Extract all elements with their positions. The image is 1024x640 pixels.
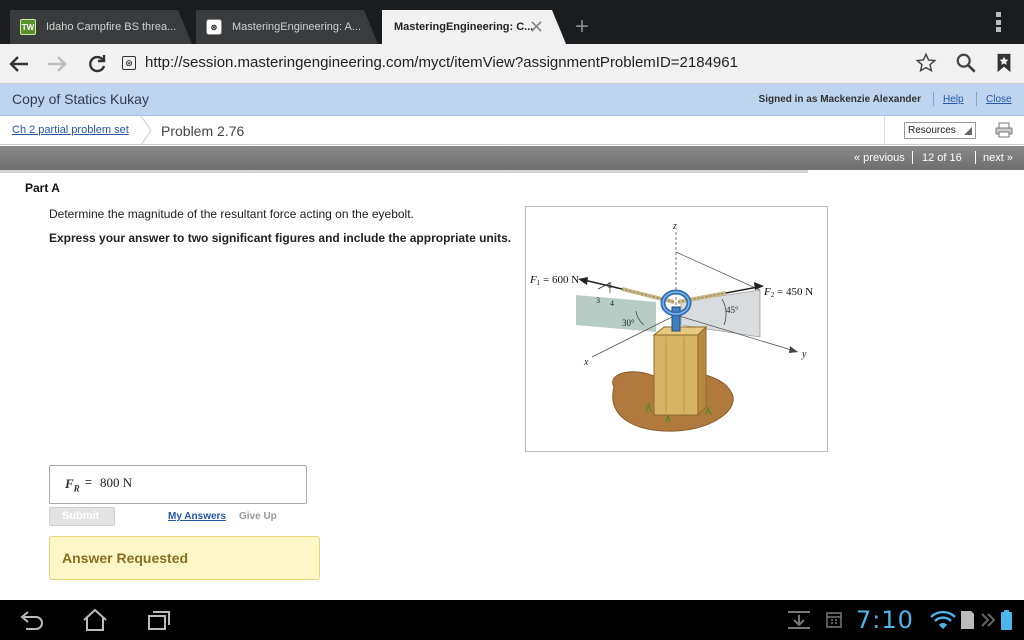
give-up-link[interactable]: Give Up <box>239 511 277 522</box>
tab-title: MasteringEngineering: A... <box>232 21 362 33</box>
pager-divider <box>975 151 976 164</box>
f2-guide-line <box>675 251 761 291</box>
forward-arrow-icon[interactable] <box>44 52 70 76</box>
pager-underline <box>0 170 808 173</box>
pagination-bar: « previous 12 of 16 next » <box>0 146 1024 170</box>
header-divider <box>933 92 934 106</box>
reload-icon[interactable] <box>84 52 110 76</box>
angle-30-label: 30° <box>622 318 635 328</box>
system-bar: 7:10 <box>0 600 1024 640</box>
close-link[interactable]: Close <box>986 94 1012 105</box>
dropdown-arrow-icon <box>964 127 972 135</box>
answer-variable: FR <box>65 476 80 494</box>
search-icon[interactable] <box>954 52 978 76</box>
submit-button[interactable]: Submit <box>49 507 115 526</box>
bookmark-star-icon[interactable] <box>914 52 938 76</box>
url-input[interactable]: http://session.masteringengineering.com/… <box>145 54 738 71</box>
download-icon[interactable] <box>784 608 814 632</box>
status-text: Answer Requested <box>62 550 189 566</box>
mastering-favicon-icon: ⊛ <box>206 19 222 35</box>
recent-apps-icon[interactable] <box>144 608 174 632</box>
browser-tab-strip: TW Idaho Campfire BS threa... ⊛ Masterin… <box>0 0 1024 44</box>
tab-mastering-a[interactable]: ⊛ MasteringEngineering: A... <box>196 10 378 44</box>
battery-icon <box>1001 610 1012 630</box>
slope-5-label: 5 <box>608 281 612 290</box>
home-icon[interactable] <box>80 608 110 632</box>
overflow-menu-icon[interactable] <box>996 12 1002 32</box>
wooden-post <box>653 334 699 416</box>
site-info-icon[interactable]: ⊛ <box>122 56 136 70</box>
my-answers-link[interactable]: My Answers <box>168 511 226 522</box>
calendar-icon[interactable] <box>820 608 850 632</box>
tab-title: MasteringEngineering: C... <box>394 21 534 33</box>
f2-label: F2 = 450 N <box>763 286 813 299</box>
page-position: 12 of 16 <box>922 152 962 164</box>
force-f1-arrow <box>583 279 623 290</box>
breadcrumb-chevron-icon <box>140 116 152 145</box>
tw-favicon-icon: TW <box>20 19 36 35</box>
part-title: Part A <box>25 181 60 195</box>
address-bar: ⊛ http://session.masteringengineering.co… <box>0 44 1024 84</box>
instruction-text: Express your answer to two significant f… <box>49 231 512 245</box>
resources-area: Resources <box>884 116 1024 145</box>
resources-dropdown[interactable]: Resources <box>904 122 976 139</box>
previous-link[interactable]: « previous <box>854 152 905 164</box>
problem-figure: F1 = 600 N F2 = 450 N z x y 3 4 5 30° 45… <box>525 206 828 452</box>
tab-mastering-c[interactable]: MasteringEngineering: C... ✕ <box>382 10 566 44</box>
back-arrow-icon[interactable] <box>6 52 32 76</box>
f1-plane <box>576 295 656 332</box>
breadcrumb-parent-link[interactable]: Ch 2 partial problem set <box>12 124 129 136</box>
answer-value-field[interactable]: 800 N <box>100 475 132 491</box>
y-axis-label: y <box>801 349 807 360</box>
bookmarks-icon[interactable] <box>992 52 1016 76</box>
status-banner: Answer Requested <box>49 536 320 580</box>
printer-icon[interactable] <box>995 122 1013 138</box>
breadcrumb-current: Problem 2.76 <box>161 123 245 139</box>
help-link[interactable]: Help <box>943 94 964 105</box>
answer-equals: = <box>85 475 93 489</box>
course-header: Copy of Statics Kukay Signed in as Macke… <box>0 84 1024 116</box>
close-tab-icon[interactable]: ✕ <box>529 17 544 38</box>
tab-idaho-campfire[interactable]: TW Idaho Campfire BS threa... <box>10 10 192 44</box>
course-title: Copy of Statics Kukay <box>12 91 149 107</box>
clock: 7:10 <box>856 606 914 634</box>
header-divider <box>976 92 977 106</box>
x-axis-label: x <box>583 357 589 368</box>
slope-4-label: 4 <box>610 299 614 308</box>
eyebolt-diagram: F1 = 600 N F2 = 450 N z x y 3 4 5 30° 45… <box>529 221 813 432</box>
signed-in-text: Signed in as Mackenzie Alexander <box>758 94 921 105</box>
z-axis-label: z <box>672 221 677 232</box>
slope-3-label: 3 <box>596 296 600 305</box>
resources-label: Resources <box>908 125 956 136</box>
pager-divider <box>912 151 913 164</box>
answer-input-box[interactable]: FR = 800 N <box>49 465 307 504</box>
tab-title: Idaho Campfire BS threa... <box>46 21 177 33</box>
question-text: Determine the magnitude of the resultant… <box>49 207 414 221</box>
angle-45-label: 45° <box>726 305 739 315</box>
breadcrumb: Ch 2 partial problem set Problem 2.76 Re… <box>0 116 1024 145</box>
new-tab-button[interactable]: + <box>566 14 598 42</box>
next-link[interactable]: next » <box>983 152 1013 164</box>
eyebolt-shank <box>671 306 681 332</box>
back-icon[interactable] <box>16 608 46 632</box>
f1-label: F1 = 600 N <box>529 274 579 287</box>
